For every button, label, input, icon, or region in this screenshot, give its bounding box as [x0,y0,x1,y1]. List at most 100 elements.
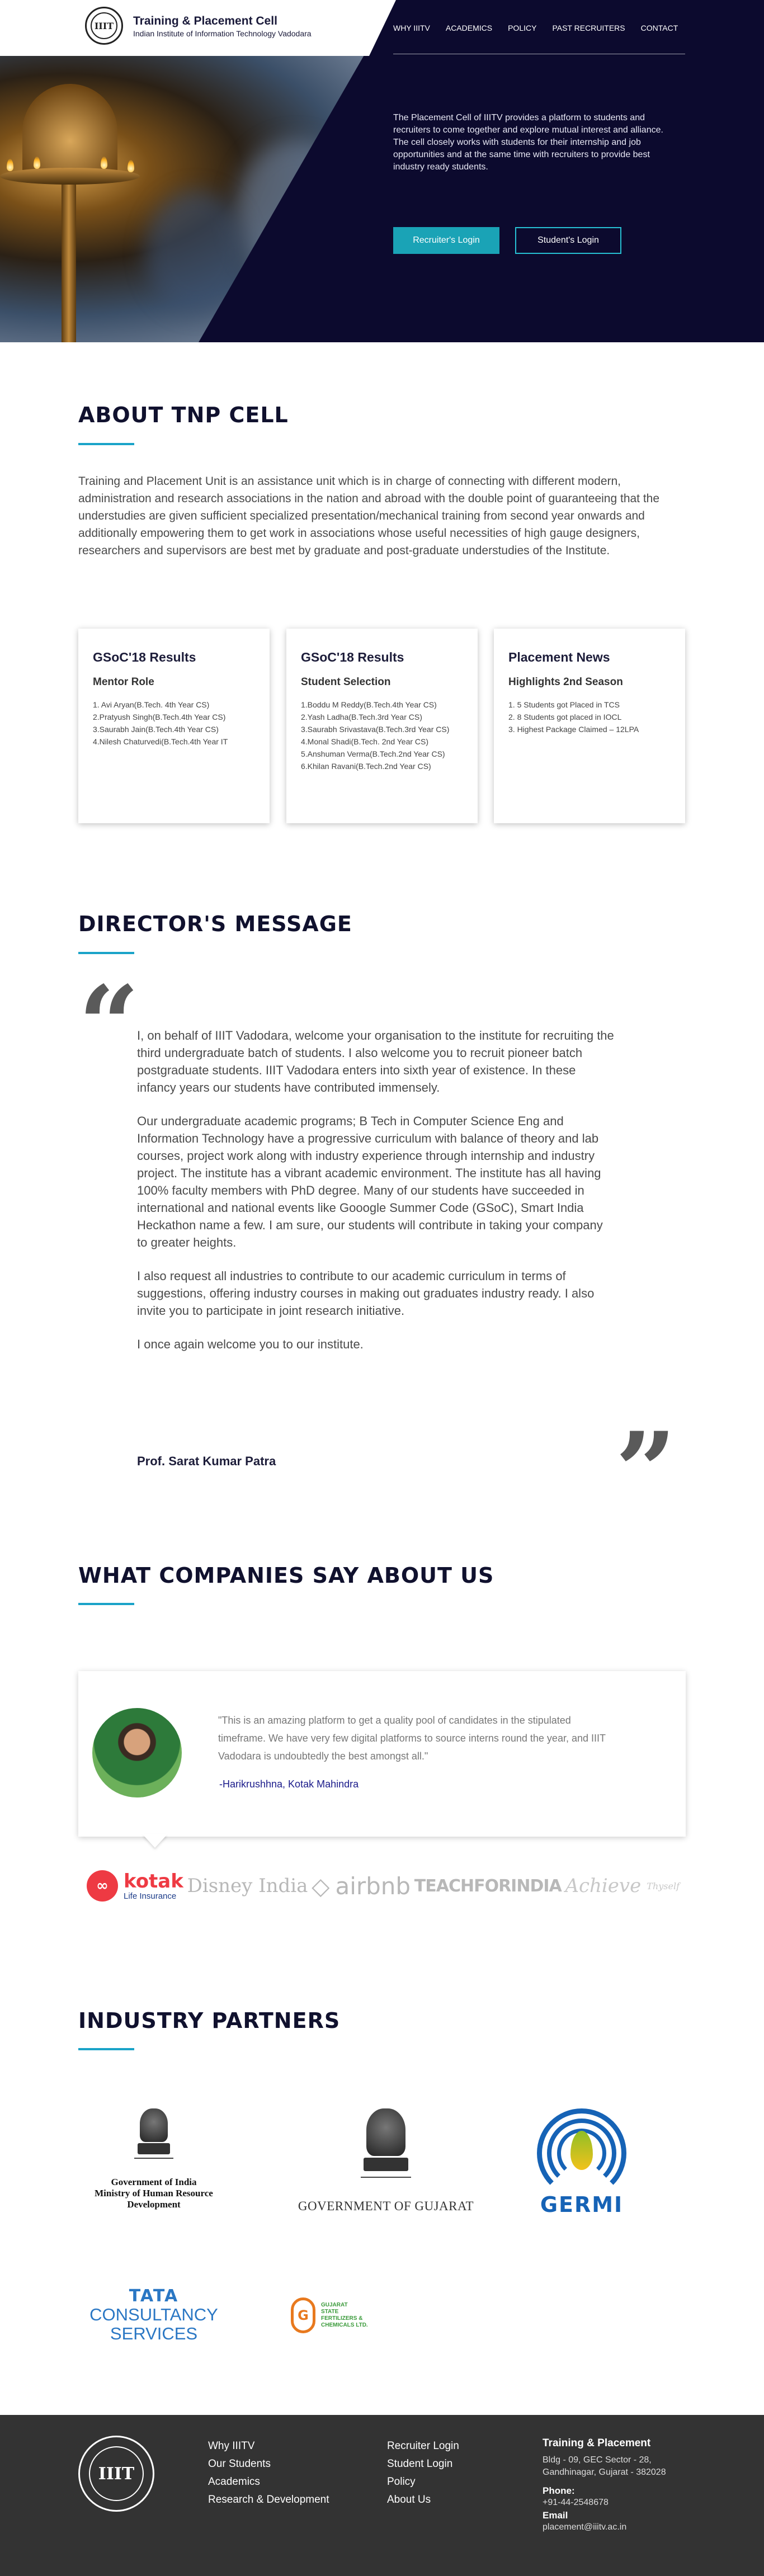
kotak-logo[interactable]: ∞ kotak Life Insurance [87,1870,183,1902]
testimonial-avatar [92,1708,182,1797]
kotak-subtitle: Life Insurance [124,1891,177,1901]
germi-rings-icon [537,2108,626,2198]
contact-phone-label: Phone: [543,2485,575,2496]
tcs-line: CONSULTANCY [89,2305,218,2324]
partners-title-underline [78,2048,134,2050]
footer-link-recruiter-login[interactable]: Recruiter Login [387,2440,459,2453]
testimonial-text: "This is an amazing platform to get a qu… [218,1715,606,1762]
gsfc-g-icon: G [291,2297,315,2333]
list-item: 2.Pratyush Singh(B.Tech.4th Year CS) [93,713,226,721]
mhrd-line: Ministry of Human Resource [95,2188,213,2198]
recruiter-login-button[interactable]: Recruiter's Login [393,227,499,254]
achieve-thyself-logo[interactable]: Achieve Thyself [565,1875,680,1897]
achieve-wordmark: Achieve [565,1875,642,1897]
footer-link-student-login[interactable]: Student Login [387,2457,459,2471]
footer-logo-mark: IIIT [89,2446,144,2501]
gsfc-line: GUJARAT [321,2302,348,2308]
card-placement-news: Placement News Highlights 2nd Season 1. … [494,629,685,823]
disney-india-logo[interactable]: Disney India [187,1875,308,1897]
germi-logo[interactable]: GERMI [534,2108,629,2217]
gsfc-line: CHEMICALS LTD. [321,2322,368,2328]
main-nav: WHY IIITV ACADEMICS POLICY PAST RECRUITE… [393,23,678,32]
nav-past-recruiters[interactable]: PAST RECRUITERS [552,23,625,32]
footer-link-research[interactable]: Research & Development [208,2493,329,2507]
student-login-button[interactable]: Student's Login [515,227,621,254]
national-emblem-icon [134,2108,173,2170]
nav-contact[interactable]: CONTACT [641,23,678,32]
contact-address-line: Bldg - 09, GEC Sector - 28, [543,2455,652,2465]
site-subtitle: Indian Institute of Information Technolo… [133,29,312,38]
gujarat-government-logo[interactable]: GOVERNMENT OF GUJARAT [291,2108,481,2214]
list-item: 2.Yash Ladha(B.Tech.3rd Year CS) [301,713,422,721]
footer-contact: Training & Placement Bldg - 09, GEC Sect… [543,2437,705,2533]
iiitv-logo[interactable]: IIIT [85,7,123,45]
card-list: 1.Boddu M Reddy(B.Tech.4th Year CS) 2.Ya… [301,699,463,772]
footer-links-1: Why IIITV Our Students Academics Researc… [208,2440,329,2507]
about-text: Training and Placement Unit is an assist… [78,475,660,557]
list-item: 3.Saurabh Srivastava(B.Tech.3rd Year CS) [301,725,450,734]
mhrd-line: Development [127,2199,181,2210]
company-logo-carousel: ∞ kotak Life Insurance Disney India ◇ ai… [87,1863,680,1908]
nav-policy[interactable]: POLICY [508,23,536,32]
tcs-logo[interactable]: TATA CONSULTANCY SERVICES [81,2287,227,2343]
gsfc-logo[interactable]: G GUJARAT STATE FERTILIZERS & CHEMICALS … [291,2297,403,2333]
list-item: 3. Highest Package Claimed – 12LPA [508,725,639,734]
airbnb-wordmark: airbnb [335,1872,411,1900]
list-item: 2. 8 Students got placed in IOCL [508,713,622,721]
card-title: GSoC'18 Results [93,650,196,664]
about-title-underline [78,443,134,445]
list-item: 3.Saurabh Jain(B.Tech.4th Year CS) [93,725,219,734]
card-title: GSoC'18 Results [301,650,404,664]
card-subtitle: Student Selection [301,676,391,688]
card-gsoc-students: GSoC'18 Results Student Selection 1.Bodd… [286,629,478,823]
list-item: 5.Anshuman Verma(B.Tech.2nd Year CS) [301,749,445,758]
card-list: 1. 5 Students got Placed in TCS 2. 8 Stu… [508,699,671,735]
director-paragraph: I, on behalf of IIIT Vadodara, welcome y… [137,1028,614,1094]
mhrd-line: Government of India [111,2177,197,2187]
contact-phone: +91-44-2548678 [543,2498,609,2507]
tcs-line: SERVICES [110,2324,198,2343]
about-title: ABOUT TNP CELL [78,403,289,427]
list-item: 6.Khilan Ravani(B.Tech.2nd Year CS) [301,762,431,771]
achieve-subtitle: Thyself [647,1880,680,1891]
nav-why-iiitv[interactable]: WHY IIITV [393,23,430,32]
airbnb-logo[interactable]: ◇ airbnb [312,1872,411,1900]
gsfc-name: GUJARAT STATE FERTILIZERS & CHEMICALS LT… [321,2302,368,2329]
hero-description: The Placement Cell of IIITV provides a p… [393,113,663,172]
open-quote-icon: “ [78,963,140,1087]
director-paragraph: Our undergraduate academic programs; B T… [137,1114,603,1249]
footer-iiitv-logo[interactable]: IIIT [78,2436,154,2512]
gujarat-government-label: GOVERNMENT OF GUJARAT [298,2199,474,2213]
partners-title: INDUSTRY PARTNERS [78,2008,341,2033]
card-subtitle: Highlights 2nd Season [508,676,623,688]
footer-link-our-students[interactable]: Our Students [208,2457,329,2471]
testimonial-author: -Harikrushhna, Kotak Mahindra [219,1778,359,1790]
close-quote-icon: ” [615,1409,677,1534]
companies-title-underline [78,1603,134,1605]
contact-address-line: Gandhinagar, Gujarat - 382028 [543,2468,666,2477]
card-title: Placement News [508,650,610,664]
footer-link-about-us[interactable]: About Us [387,2493,459,2507]
companies-title: WHAT COMPANIES SAY ABOUT US [78,1563,494,1588]
teach-for-india-logo[interactable]: TEACHFORINDIA [414,1876,562,1896]
nav-academics[interactable]: ACADEMICS [446,23,492,32]
mhrd-logo[interactable]: Government of India Ministry of Human Re… [81,2108,227,2210]
kotak-wordmark: kotak [124,1870,183,1893]
airbnb-icon: ◇ [312,1872,330,1900]
director-title-underline [78,952,134,954]
footer-link-policy[interactable]: Policy [387,2475,459,2489]
contact-email[interactable]: placement@iiitv.ac.in [543,2521,705,2533]
footer-link-academics[interactable]: Academics [208,2475,329,2489]
list-item: 4.Monal Shadi(B.Tech. 2nd Year CS) [301,737,429,746]
site-title: Training & Placement Cell [133,15,277,27]
director-title: DIRECTOR'S MESSAGE [78,912,352,936]
contact-email-label: Email [543,2510,568,2521]
list-item: 1. 5 Students got Placed in TCS [508,700,620,709]
footer-link-why-iiitv[interactable]: Why IIITV [208,2440,329,2453]
footer-links-2: Recruiter Login Student Login Policy Abo… [387,2440,459,2507]
kotak-infinity-icon: ∞ [87,1870,118,1902]
director-message: I, on behalf of IIIT Vadodara, welcome y… [137,1027,615,1369]
card-subtitle: Mentor Role [93,676,154,688]
gsfc-line: STATE [321,2309,339,2315]
director-signature: Prof. Sarat Kumar Patra [137,1454,276,1468]
